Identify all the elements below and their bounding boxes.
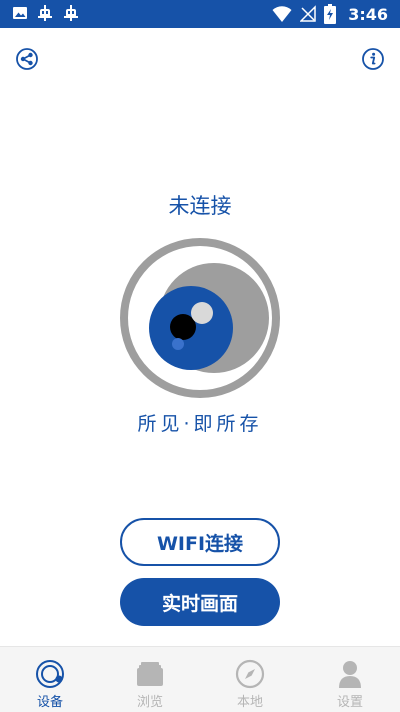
nav-item-device[interactable]: 设备 xyxy=(0,647,100,712)
nav-item-settings[interactable]: 设置 xyxy=(300,647,400,712)
bug-notification-icon xyxy=(62,4,80,22)
connection-status: 未连接 xyxy=(168,194,232,218)
nav-label-local: 本地 xyxy=(236,695,263,710)
nav-label-browse: 浏览 xyxy=(136,695,163,710)
info-icon[interactable] xyxy=(361,47,385,71)
device-icon xyxy=(35,659,65,689)
bug-notification-icon xyxy=(36,4,54,22)
status-bar: 3:46 xyxy=(0,0,400,28)
wifi-connect-button[interactable]: WIFI连接 xyxy=(120,518,280,566)
person-icon xyxy=(335,659,365,689)
image-notification-icon xyxy=(12,5,28,21)
gallery-icon xyxy=(135,659,165,689)
live-view-button[interactable]: 实时画面 xyxy=(120,578,280,626)
status-bar-notifications xyxy=(12,4,80,22)
status-time: 3:46 xyxy=(348,4,388,24)
compass-icon xyxy=(235,659,265,689)
bottom-navigation: 设备 浏览 本地 设置 xyxy=(0,646,400,712)
share-icon[interactable] xyxy=(15,47,39,71)
nav-item-browse[interactable]: 浏览 xyxy=(100,647,200,712)
camera-lens-graphic xyxy=(119,237,281,399)
no-signal-icon xyxy=(300,5,316,23)
nav-label-device: 设备 xyxy=(36,695,63,710)
nav-label-settings: 设置 xyxy=(336,695,363,710)
nav-item-local[interactable]: 本地 xyxy=(200,647,300,712)
battery-charging-icon xyxy=(324,4,337,24)
wifi-icon xyxy=(272,5,292,23)
status-bar-system: 3:46 xyxy=(272,4,388,24)
slogan-text: 所见·即所存 xyxy=(137,413,263,435)
